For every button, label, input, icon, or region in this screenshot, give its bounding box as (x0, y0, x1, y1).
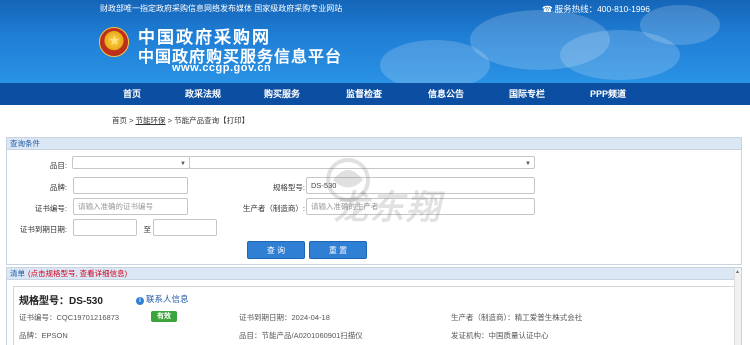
nav-international[interactable]: 国际专栏 (492, 83, 562, 105)
reset-button[interactable]: 重 置 (309, 241, 367, 259)
service-hotline: ☎ 服务热线：400-810-1996 (542, 3, 650, 15)
manufacturer-value: 生产者（制造商）：精工爱普生株式会社 (451, 313, 583, 322)
main-nav: 首页 政采法规 购买服务 监督检查 信息公告 国际专栏 PPP频道 (0, 83, 750, 105)
brand-value: 品牌：EPSON (19, 331, 68, 340)
product-card: 规格型号：DS-530 i 联系人信息 证书编号：CQC19701216873 有… (13, 286, 735, 345)
nav-ppp[interactable]: PPP频道 (573, 83, 643, 105)
breadcrumb-home[interactable]: 首页 (112, 116, 127, 125)
breadcrumb: 首页 > 节能环保 > 节能产品查询【打印】 (112, 115, 249, 126)
chevron-down-icon: ▼ (180, 161, 186, 167)
phone-icon: ☎ (541, 4, 553, 14)
category-select-primary[interactable]: ▼ (72, 156, 190, 169)
print-link[interactable]: 【打印】 (219, 116, 249, 125)
nav-purchase-services[interactable]: 购买服务 (247, 83, 317, 105)
hotline-text: 服务热线：400-810-1996 (554, 4, 650, 14)
expiry-date-to-input[interactable] (153, 219, 217, 236)
category-select-secondary[interactable]: ▼ (189, 156, 535, 169)
brand-input[interactable] (73, 177, 188, 194)
scrollbar[interactable]: ▲ (734, 268, 741, 345)
chevron-down-icon: ▼ (525, 161, 531, 167)
breadcrumb-energy[interactable]: 节能环保 (136, 116, 166, 125)
nav-regulations[interactable]: 政采法规 (168, 83, 238, 105)
list-panel-title: 清单 (10, 269, 25, 278)
breadcrumb-current: 节能产品查询 (174, 116, 220, 125)
cert-number-value: 证书编号：CQC19701216873 (19, 313, 120, 322)
model-label: 规格型号: (272, 183, 305, 192)
expiry-date-from-input[interactable] (73, 219, 137, 236)
product-model-link[interactable]: 规格型号：DS-530 (19, 292, 103, 307)
search-button[interactable]: 查 询 (247, 241, 305, 259)
date-range-to-label: 至 (143, 225, 152, 234)
category-label: 品目: (49, 161, 67, 170)
query-panel-title: 查询条件 (7, 138, 741, 150)
top-notice: 财政部唯一指定政府采购信息网络发布媒体 国家级政府采购专业网站 (100, 4, 343, 13)
site-banner: 财政部唯一指定政府采购信息网络发布媒体 国家级政府采购专业网站 ☎ 服务热线：40… (0, 0, 750, 83)
expiry-date-value: 证书到期日期：2024-04-18 (239, 313, 330, 322)
cert-number-label: 证书编号: (34, 204, 67, 213)
brand-label: 品牌: (49, 183, 67, 192)
list-panel: 清单 (点击规格型号, 查看详细信息) 规格型号：DS-530 i 联系人信息 证书… (6, 267, 742, 345)
nav-supervision[interactable]: 监督检查 (329, 83, 399, 105)
list-panel-header: 清单 (点击规格型号, 查看详细信息) (7, 268, 741, 280)
issuer-value: 发证机构：中国质量认证中心 (451, 331, 549, 340)
contact-info-link[interactable]: i 联系人信息 (136, 293, 189, 305)
cert-number-input[interactable]: 请输入准确的证书编号 (73, 198, 188, 215)
nav-announcements[interactable]: 信息公告 (411, 83, 481, 105)
category-value: 品目：节能产品/A0201060901扫描仪 (239, 331, 363, 340)
expiry-date-label: 证书到期日期: (19, 225, 67, 234)
manufacturer-label: 生产者（制造商）: (242, 204, 305, 213)
info-icon: i (136, 297, 144, 305)
list-hint: (点击规格型号, 查看详细信息) (28, 269, 128, 278)
breadcrumb-separator: > (127, 116, 136, 125)
breadcrumb-separator: > (165, 116, 175, 125)
status-badge: 有效 (151, 311, 177, 322)
contact-info-label: 联系人信息 (146, 294, 189, 304)
scroll-up-arrow-icon[interactable]: ▲ (735, 269, 740, 275)
nav-home[interactable]: 首页 (97, 83, 167, 105)
watermark-text: 龙东翔 (334, 189, 442, 227)
national-emblem-logo[interactable] (99, 27, 129, 57)
site-url: www.ccgp.gov.cn (172, 62, 272, 74)
